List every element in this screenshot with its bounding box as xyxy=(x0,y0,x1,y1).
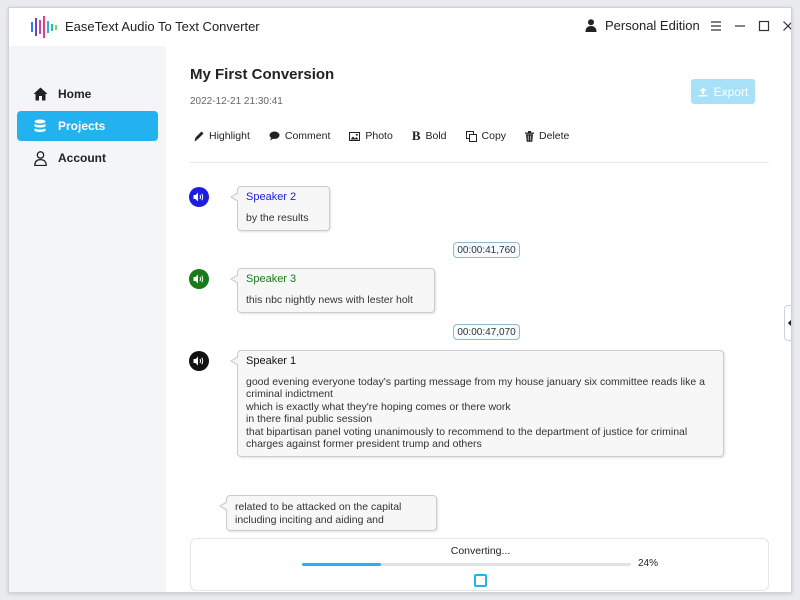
transcript-line: in there final public session xyxy=(246,413,373,425)
photo-label: Photo xyxy=(365,130,393,142)
waveform-logo-icon xyxy=(31,16,57,38)
comment-icon xyxy=(269,130,280,142)
highlight-label: Highlight xyxy=(209,130,250,142)
sidebar-item-account[interactable]: Account xyxy=(17,143,158,173)
speaker-icon[interactable] xyxy=(189,269,209,289)
panel-collapse-handle[interactable] xyxy=(784,305,791,341)
page-title: My First Conversion xyxy=(190,66,335,83)
progress-percent: 24% xyxy=(638,558,659,569)
progress-bar xyxy=(302,563,631,566)
toolbar-divider xyxy=(190,162,769,163)
title-bar: EaseText Audio To Text Converter Persona… xyxy=(9,8,791,46)
export-label: Export xyxy=(713,84,749,99)
main-panel: My First Conversion 2022-12-21 21:30:41 … xyxy=(166,46,791,592)
minimize-icon[interactable] xyxy=(733,18,747,34)
sidebar-item-home[interactable]: Home xyxy=(17,79,158,109)
bold-button[interactable]: B Bold xyxy=(411,128,447,143)
edition-indicator[interactable]: Personal Edition xyxy=(585,18,700,33)
transcript-line: by the results xyxy=(246,211,309,224)
app-window: EaseText Audio To Text Converter Persona… xyxy=(8,7,792,593)
progress-fill xyxy=(302,563,381,566)
transcript-bubble[interactable]: Speaker 2 by the results xyxy=(230,186,330,231)
copy-icon xyxy=(465,130,477,142)
user-icon xyxy=(585,19,597,32)
transcript-line: including inciting and aiding and xyxy=(235,513,384,526)
delete-button[interactable]: Delete xyxy=(525,130,569,142)
menu-icon[interactable] xyxy=(709,18,723,34)
highlight-button[interactable]: Highlight xyxy=(194,130,250,142)
trash-icon xyxy=(525,130,535,142)
copy-label: Copy xyxy=(481,130,507,142)
sidebar-item-projects[interactable]: Projects xyxy=(17,111,158,141)
document-date: 2022-12-21 21:30:41 xyxy=(190,96,283,107)
speaker-name[interactable]: Speaker 1 xyxy=(246,355,715,368)
delete-label: Delete xyxy=(539,130,570,142)
conversion-progress-panel: Converting... 24% xyxy=(190,538,769,591)
transcript-bubble[interactable]: related to be attacked on the capital in… xyxy=(219,495,437,531)
transcript-bubble[interactable]: Speaker 1 good evening everyone today's … xyxy=(230,350,724,457)
maximize-icon[interactable] xyxy=(757,18,771,34)
bold-icon: B xyxy=(411,128,421,143)
home-icon xyxy=(32,86,48,102)
window-controls xyxy=(709,18,791,34)
timestamp-badge[interactable]: 00:00:47,070 xyxy=(453,324,520,340)
timestamp-badge[interactable]: 00:00:41,760 xyxy=(453,242,520,258)
progress-label: Converting... xyxy=(450,545,511,557)
transcript-line: that bipartisan panel voting unanimously… xyxy=(246,425,688,451)
export-button[interactable]: Export xyxy=(691,79,755,104)
marker-icon xyxy=(194,130,204,142)
transcript-line: which is exactly what they're hoping com… xyxy=(246,400,511,413)
edition-label: Personal Edition xyxy=(605,18,700,33)
photo-button[interactable]: Photo xyxy=(349,130,393,142)
comment-button[interactable]: Comment xyxy=(269,130,331,142)
speaker-name[interactable]: Speaker 2 xyxy=(246,191,321,204)
user-outline-icon xyxy=(32,150,48,166)
transcript-line: related to be attacked on the capital xyxy=(235,501,402,513)
sidebar-item-label: Projects xyxy=(58,119,106,133)
sidebar: Home Projects Account xyxy=(9,46,166,592)
transcript-line: this nbc nightly news with lester holt xyxy=(246,293,413,306)
stop-conversion-button[interactable] xyxy=(474,574,487,587)
transcript-bubble[interactable]: Speaker 3 this nbc nightly news with les… xyxy=(230,268,435,313)
sidebar-item-label: Account xyxy=(58,151,106,165)
image-icon xyxy=(349,130,361,142)
speaker-icon[interactable] xyxy=(189,351,209,371)
bold-label: Bold xyxy=(425,130,447,142)
chevron-left-icon xyxy=(787,319,791,327)
editor-toolbar: Highlight Comment Photo B Bold Copy Dele… xyxy=(194,128,588,143)
copy-button[interactable]: Copy xyxy=(465,130,507,142)
comment-label: Comment xyxy=(284,130,331,142)
sidebar-item-label: Home xyxy=(58,87,92,101)
transcript-line: good evening everyone today's parting me… xyxy=(246,375,705,401)
close-icon[interactable] xyxy=(781,18,791,34)
database-icon xyxy=(32,118,48,134)
app-title: EaseText Audio To Text Converter xyxy=(65,19,260,34)
speaker-icon[interactable] xyxy=(189,187,209,207)
upload-icon xyxy=(698,87,708,96)
speaker-name[interactable]: Speaker 3 xyxy=(246,273,426,286)
